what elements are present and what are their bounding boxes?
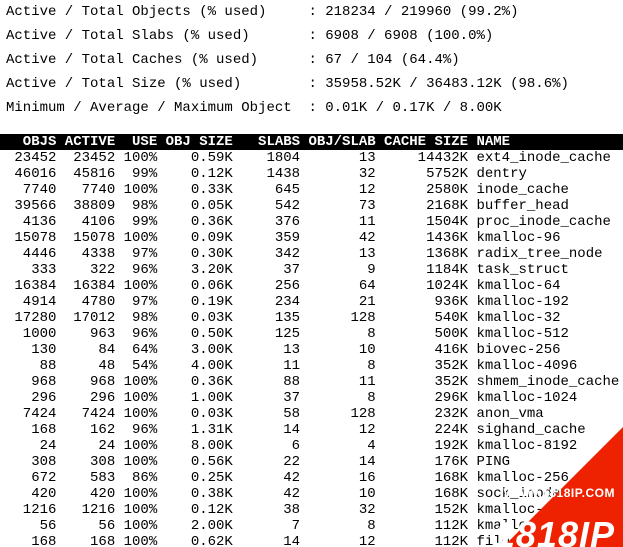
table-row: 1000 963 96% 0.50K 125 8 500K kmalloc-51… [0, 326, 623, 342]
table-row: 4136 4106 99% 0.36K 376 11 1504K proc_in… [0, 214, 623, 230]
table-row: 15078 15078 100% 0.09K 359 42 1436K kmal… [0, 230, 623, 246]
table-row: 16384 16384 100% 0.06K 256 64 1024K kmal… [0, 278, 623, 294]
table-row: 39566 38809 98% 0.05K 542 73 2168K buffe… [0, 198, 623, 214]
summary-line: Active / Total Caches (% used) : 67 / 10… [0, 48, 623, 72]
table-row: 4914 4780 97% 0.19K 234 21 936K kmalloc-… [0, 294, 623, 310]
summary-line: Active / Total Objects (% used) : 218234… [0, 0, 623, 24]
table-row: 88 48 54% 4.00K 11 8 352K kmalloc-4096 [0, 358, 623, 374]
table-row: 968 968 100% 0.36K 88 11 352K shmem_inod… [0, 374, 623, 390]
summary-block: Active / Total Objects (% used) : 218234… [0, 0, 623, 120]
table-row: 7740 7740 100% 0.33K 645 12 2580K inode_… [0, 182, 623, 198]
table-row: 46016 45816 99% 0.12K 1438 32 5752K dent… [0, 166, 623, 182]
table-row: 130 84 64% 3.00K 13 10 416K biovec-256 [0, 342, 623, 358]
table-header: OBJS ACTIVE USE OBJ SIZE SLABS OBJ/SLAB … [0, 134, 623, 150]
table-row: 308 308 100% 0.56K 22 14 176K PING [0, 454, 623, 470]
summary-line: Active / Total Slabs (% used) : 6908 / 6… [0, 24, 623, 48]
table-row: 4446 4338 97% 0.30K 342 13 1368K radix_t… [0, 246, 623, 262]
table-row: 168 168 100% 0.62K 14 12 112K files_cach… [0, 534, 623, 547]
table-row: 17280 17012 98% 0.03K 135 128 540K kmall… [0, 310, 623, 326]
table-row: 56 56 100% 2.00K 7 8 112K kmalloc-2048 [0, 518, 623, 534]
summary-line: Minimum / Average / Maximum Object : 0.0… [0, 96, 623, 120]
table-row: 7424 7424 100% 0.03K 58 128 232K anon_vm… [0, 406, 623, 422]
table-row: 23452 23452 100% 0.59K 1804 13 14432K ex… [0, 150, 623, 166]
table-row: 672 583 86% 0.25K 42 16 168K kmalloc-256 [0, 470, 623, 486]
summary-line: Active / Total Size (% used) : 35958.52K… [0, 72, 623, 96]
table-row: 24 24 100% 8.00K 6 4 192K kmalloc-8192 [0, 438, 623, 454]
table-row: 420 420 100% 0.38K 42 10 168K sock_inode… [0, 486, 623, 502]
table-row: 296 296 100% 1.00K 37 8 296K kmalloc-102… [0, 390, 623, 406]
table-row: 168 162 96% 1.31K 14 12 224K sighand_cac… [0, 422, 623, 438]
table-body: 23452 23452 100% 0.59K 1804 13 14432K ex… [0, 150, 623, 547]
table-row: 1216 1216 100% 0.12K 38 32 152K kmalloc-… [0, 502, 623, 518]
table-row: 333 322 96% 3.20K 37 9 1184K task_struct [0, 262, 623, 278]
